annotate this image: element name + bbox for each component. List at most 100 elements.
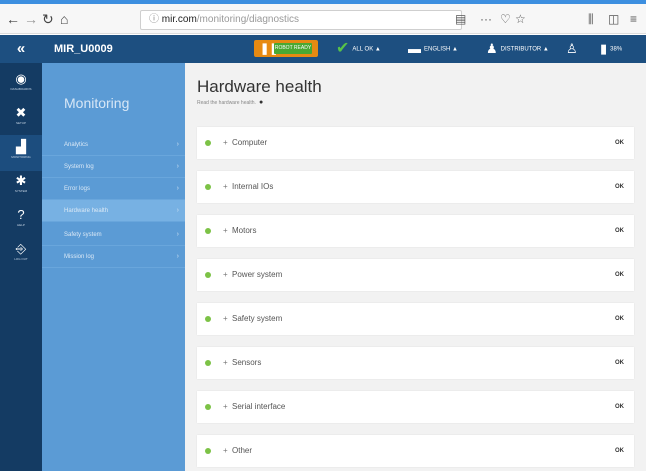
submenu-item-label: Analytics xyxy=(64,142,89,148)
home-icon[interactable]: ⌂ xyxy=(60,11,68,27)
pocket-icon[interactable]: ♡ xyxy=(500,12,511,26)
status-menu[interactable]: ✔ ALL OK ▲ xyxy=(336,35,381,63)
nav-help[interactable]: ? HELP xyxy=(0,203,42,239)
nav-logout[interactable]: ⎆ LOG OUT xyxy=(0,237,42,273)
submenu-item-hardware-health[interactable]: Hardware health › xyxy=(42,200,185,222)
expand-plus-icon[interactable]: + xyxy=(223,225,228,236)
status-dot-icon xyxy=(205,316,211,322)
expand-plus-icon[interactable]: + xyxy=(223,357,228,368)
submenu-item-label: Mission log xyxy=(64,254,95,260)
hardware-row-other[interactable]: + Other OK xyxy=(197,435,634,467)
nav-dashboards[interactable]: ◉ DASHBOARDS xyxy=(0,67,42,103)
hardware-row-safety-system[interactable]: + Safety system OK xyxy=(197,303,634,335)
user-icon: ♟ xyxy=(486,41,498,56)
status-badge: OK xyxy=(615,316,624,322)
expand-plus-icon[interactable]: + xyxy=(223,137,228,148)
library-icon[interactable]: ⫼ xyxy=(588,12,594,27)
page-actions-icon[interactable]: ··· xyxy=(480,12,492,26)
page-subtitle: Read the hardware health. ● xyxy=(197,99,263,106)
component-name: Internal IOs xyxy=(232,182,274,191)
nav-label: SETUP xyxy=(15,121,26,125)
sidebar-toggle-icon[interactable]: ◫ xyxy=(608,12,619,26)
address-bar[interactable]: ⓘ mir.com/monitoring/diagnostics xyxy=(140,10,462,30)
status-badge: OK xyxy=(615,272,624,278)
status-dot-icon xyxy=(205,228,211,234)
nav-label: DASHBOARDS xyxy=(10,87,32,91)
hardware-row-motors[interactable]: + Motors OK xyxy=(197,215,634,247)
monitoring-submenu: Monitoring Analytics › System log › Error … xyxy=(42,63,185,471)
chevron-right-icon: › xyxy=(176,207,179,214)
icon-sidebar: ◉ DASHBOARDS ✖ SETUP ▟ MONITORING ✱ SYST… xyxy=(0,63,42,471)
setup-icon: ✖ xyxy=(15,105,27,120)
hardware-row-internal-ios[interactable]: + Internal IOs OK xyxy=(197,171,634,203)
user-menu[interactable]: ♟ DISTRIBUTOR ▲ xyxy=(486,35,549,63)
forward-arrow-icon[interactable]: → xyxy=(24,11,38,27)
status-dot-icon xyxy=(205,140,211,146)
nav-label: SYSTEM xyxy=(14,189,28,193)
url-path: /monitoring/diagnostics xyxy=(196,14,300,25)
hardware-row-sensors[interactable]: + Sensors OK xyxy=(197,347,634,379)
page-subtitle-text: Read the hardware health. xyxy=(197,100,256,106)
nav-label: MONITORING xyxy=(11,155,31,159)
expand-plus-icon[interactable]: + xyxy=(223,313,228,324)
flag-icon: ▬ xyxy=(408,41,421,56)
submenu-title: Monitoring xyxy=(64,95,130,111)
browser-toolbar: ← → ↻ ⌂ ⓘ mir.com/monitoring/diagnostics… xyxy=(0,4,646,34)
submenu-item-label: System log xyxy=(64,164,94,170)
reader-view-icon[interactable]: ▤ xyxy=(455,12,466,26)
hardware-row-serial-interface[interactable]: + Serial interface OK xyxy=(197,391,634,423)
status-dot-icon xyxy=(205,360,211,366)
status-dot-icon xyxy=(205,448,211,454)
dashboard-icon: ◉ xyxy=(15,71,27,86)
chevron-right-icon: › xyxy=(176,253,179,260)
component-name: Serial interface xyxy=(232,402,286,411)
battery-icon: ▮ xyxy=(600,41,608,56)
reload-icon[interactable]: ↻ xyxy=(42,11,54,28)
help-circle-icon[interactable]: ● xyxy=(259,99,263,106)
submenu-item-analytics[interactable]: Analytics › xyxy=(42,134,185,156)
status-dot-icon xyxy=(205,404,211,410)
user-label: DISTRIBUTOR ▲ xyxy=(500,46,549,53)
submenu-item-safety-system[interactable]: Safety system › xyxy=(42,224,185,246)
status-dot-icon xyxy=(205,272,211,278)
hardware-row-computer[interactable]: + Computer OK xyxy=(197,127,634,159)
status-badge: OK xyxy=(615,140,624,146)
submenu-item-label: Error logs xyxy=(64,186,91,192)
hamburger-menu-icon[interactable]: ≡ xyxy=(630,12,637,26)
collapse-menu-button[interactable]: « xyxy=(0,35,42,63)
status-badge: OK xyxy=(615,404,624,410)
chevron-right-icon: › xyxy=(176,231,179,238)
back-arrow-icon[interactable]: ← xyxy=(6,11,20,27)
robot-icon: ♙ xyxy=(566,41,578,56)
submenu-item-label: Hardware health xyxy=(64,208,109,214)
url-host: mir.com xyxy=(161,14,197,25)
expand-plus-icon[interactable]: + xyxy=(223,401,228,412)
help-icon: ? xyxy=(17,207,25,222)
expand-plus-icon[interactable]: + xyxy=(223,181,228,192)
language-menu[interactable]: ▬ ENGLISH ▲ xyxy=(408,35,458,63)
hardware-row-power-system[interactable]: + Power system OK xyxy=(197,259,634,291)
bookmark-star-icon[interactable]: ☆ xyxy=(515,12,526,26)
component-name: Other xyxy=(232,446,253,455)
submenu-item-error-logs[interactable]: Error logs › xyxy=(42,178,185,200)
chevron-right-icon: › xyxy=(176,163,179,170)
status-badge: OK xyxy=(615,360,624,366)
status-label: ALL OK ▲ xyxy=(352,46,381,53)
nav-setup[interactable]: ✖ SETUP xyxy=(0,101,42,137)
main-content: Hardware health Read the hardware health… xyxy=(185,63,646,471)
nav-system[interactable]: ✱ SYSTEM xyxy=(0,169,42,205)
battery-label: 38% xyxy=(610,46,623,53)
nav-monitoring[interactable]: ▟ MONITORING xyxy=(0,135,42,171)
robot-ready-badge: ROBOT READY xyxy=(274,43,312,54)
robot-name: MIR_U0009 xyxy=(54,43,113,55)
submenu-item-mission-log[interactable]: Mission log › xyxy=(42,246,185,268)
robot-icon-button[interactable]: ♙ xyxy=(566,35,581,63)
expand-plus-icon[interactable]: + xyxy=(223,269,228,280)
expand-plus-icon[interactable]: + xyxy=(223,445,228,456)
pause-button[interactable]: ❚❚ ROBOT READY xyxy=(254,40,318,57)
info-icon[interactable]: ⓘ xyxy=(149,14,162,25)
page-title: Hardware health xyxy=(197,77,322,96)
language-label: ENGLISH ▲ xyxy=(424,46,458,53)
submenu-item-system-log[interactable]: System log › xyxy=(42,156,185,178)
logout-icon: ⎆ xyxy=(15,241,27,256)
